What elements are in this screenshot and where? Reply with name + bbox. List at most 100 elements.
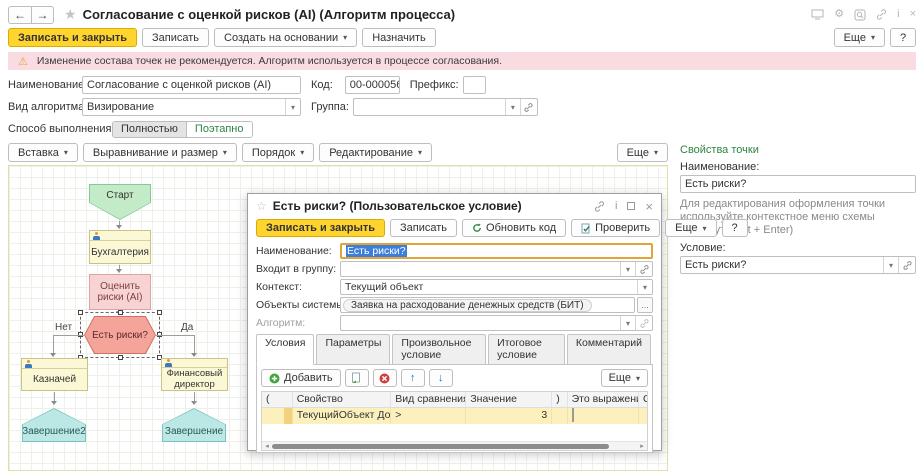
info-icon[interactable]: i xyxy=(897,9,899,20)
scroll-left-icon[interactable]: ◂ xyxy=(262,442,272,451)
add-row-button[interactable]: Добавить xyxy=(261,369,341,387)
name-input[interactable]: Согласование с оценкой рисков (AI) xyxy=(82,76,301,94)
chevron-down-icon[interactable]: ▾ xyxy=(620,316,635,330)
open-link-icon[interactable] xyxy=(520,99,537,115)
order-menu-button[interactable]: Порядок▾ xyxy=(242,143,314,162)
move-down-button[interactable]: ↓ xyxy=(429,369,453,387)
prefix-label: Префикс: xyxy=(410,79,459,91)
col-property[interactable]: Свойство xyxy=(293,392,392,407)
col-value[interactable]: Значение xyxy=(466,392,552,407)
object-tag[interactable]: Заявка на расходование денежных средств … xyxy=(343,299,592,312)
save-close-button[interactable]: Записать и закрыть xyxy=(8,28,137,47)
selection-handle[interactable] xyxy=(157,310,162,315)
dialog-help-button[interactable]: ? xyxy=(722,219,748,237)
edit-menu-button[interactable]: Редактирование▾ xyxy=(319,143,432,162)
col-union[interactable]: Объединение с xyxy=(639,392,647,407)
accounting-node[interactable]: Бухгалтерия xyxy=(89,230,151,264)
favorite-star-icon[interactable]: ★ xyxy=(64,6,77,23)
copy-row-button[interactable] xyxy=(345,369,369,387)
move-up-button[interactable]: ↑ xyxy=(401,369,425,387)
selection-handle[interactable] xyxy=(78,310,83,315)
cell-comparison[interactable]: > xyxy=(391,408,466,424)
table-more-button[interactable]: Еще▾ xyxy=(601,369,648,387)
link-icon[interactable] xyxy=(594,201,605,212)
cell-value[interactable]: 3 xyxy=(466,408,552,424)
tab-custom-condition[interactable]: Произвольное условие xyxy=(392,334,486,365)
dialog-save-close-button[interactable]: Записать и закрыть xyxy=(256,219,385,237)
dialog-objects-field[interactable]: Заявка на расходование денежных средств … xyxy=(340,297,635,313)
help-button[interactable]: ? xyxy=(890,28,916,47)
objects-more-button[interactable]: ... xyxy=(637,297,653,313)
dialog-group-select[interactable]: ▾ xyxy=(340,261,653,277)
tab-parameters[interactable]: Параметры xyxy=(316,334,390,365)
align-size-menu-button[interactable]: Выравнивание и размер▾ xyxy=(83,143,237,162)
maximize-icon[interactable] xyxy=(627,202,635,210)
condition-node[interactable]: Есть риски? xyxy=(84,316,156,354)
chevron-down-icon[interactable]: ▾ xyxy=(505,99,520,115)
tab-conditions[interactable]: Условия xyxy=(256,334,314,365)
end-node[interactable]: Завершение xyxy=(162,408,226,442)
scrollbar-thumb[interactable] xyxy=(272,444,609,449)
chevron-down-icon[interactable]: ▾ xyxy=(637,280,652,294)
algorithm-type-select[interactable]: Визирование ▾ xyxy=(82,98,301,116)
end2-node[interactable]: Завершение2 xyxy=(22,408,86,442)
execution-staged-option[interactable]: Поэтапно xyxy=(187,122,252,137)
dialog-name-input[interactable]: Есть риски? xyxy=(340,243,653,259)
refresh-code-button[interactable]: Обновить код xyxy=(462,219,566,237)
dialog-more-button[interactable]: Еще▾ xyxy=(665,219,716,237)
close-window-icon[interactable]: × xyxy=(910,9,916,20)
table-row[interactable]: ТекущийОбъект Доп... > 3 xyxy=(262,408,647,424)
properties-condition-select[interactable]: Есть риски? ▾ xyxy=(680,256,916,274)
chevron-down-icon[interactable]: ▾ xyxy=(620,262,635,276)
open-link-icon[interactable] xyxy=(635,262,652,276)
cell-is-expression[interactable] xyxy=(568,408,639,424)
more-button[interactable]: Еще▾ xyxy=(834,28,885,47)
selection-handle[interactable] xyxy=(118,355,123,360)
chevron-down-icon[interactable]: ▾ xyxy=(883,257,898,273)
assess-risks-node[interactable]: Оценить риски (AI) xyxy=(89,274,151,310)
flowchart-more-button[interactable]: Еще▾ xyxy=(617,143,668,162)
favorite-star-outline-icon[interactable]: ☆ xyxy=(256,199,267,213)
insert-menu-button[interactable]: Вставка▾ xyxy=(8,143,78,162)
properties-name-input[interactable]: Есть риски? xyxy=(680,175,916,193)
gear-icon[interactable]: ⚙ xyxy=(834,9,844,20)
chevron-down-icon[interactable]: ▾ xyxy=(285,99,300,115)
prefix-input[interactable] xyxy=(463,76,486,94)
fin-director-node[interactable]: Финансовый директор xyxy=(161,358,228,391)
create-based-on-button[interactable]: Создать на основании▾ xyxy=(214,28,357,47)
code-input[interactable]: 00-000056 xyxy=(345,76,400,94)
treasurer-node[interactable]: Казначей xyxy=(21,358,88,391)
person-icon xyxy=(92,232,101,240)
dialog-save-button[interactable]: Записать xyxy=(390,219,457,237)
execution-full-option[interactable]: Полностью xyxy=(113,122,187,137)
scroll-right-icon[interactable]: ▸ xyxy=(637,442,647,451)
dialog-context-select[interactable]: Текущий объект ▾ xyxy=(340,279,653,295)
delete-row-button[interactable] xyxy=(373,369,397,387)
save-button[interactable]: Записать xyxy=(142,28,209,47)
horizontal-scrollbar[interactable]: ◂ ▸ xyxy=(262,441,647,450)
monitor-icon[interactable] xyxy=(811,9,824,20)
back-button[interactable]: ← xyxy=(8,6,31,24)
group-select[interactable]: ▾ xyxy=(353,98,538,116)
dialog-algorithm-select[interactable]: ▾ xyxy=(340,315,653,331)
caret-down-icon: ▾ xyxy=(871,33,875,42)
checkbox-unchecked[interactable] xyxy=(572,408,574,422)
start-node[interactable]: Старт xyxy=(89,184,151,220)
cell-property[interactable]: ТекущийОбъект Доп... xyxy=(293,408,392,424)
link-icon[interactable] xyxy=(876,9,887,20)
open-link-icon[interactable] xyxy=(898,257,915,273)
tab-comment[interactable]: Комментарий xyxy=(567,334,651,365)
col-is-expression[interactable]: Это выражение xyxy=(568,392,639,407)
col-close-paren[interactable]: ) xyxy=(552,392,567,407)
info-icon[interactable]: i xyxy=(615,200,617,212)
col-open-paren[interactable]: ( xyxy=(262,392,293,407)
zoom-view-icon[interactable] xyxy=(854,9,866,21)
open-link-icon[interactable] xyxy=(635,316,652,330)
check-button[interactable]: Проверить xyxy=(571,219,660,237)
assign-button[interactable]: Назначить xyxy=(362,28,436,47)
tab-final-condition[interactable]: Итоговое условие xyxy=(488,334,565,365)
col-comparison[interactable]: Вид сравнения xyxy=(391,392,466,407)
selection-handle[interactable] xyxy=(118,310,123,315)
close-dialog-icon[interactable]: × xyxy=(645,199,653,214)
forward-button[interactable]: → xyxy=(31,6,54,24)
